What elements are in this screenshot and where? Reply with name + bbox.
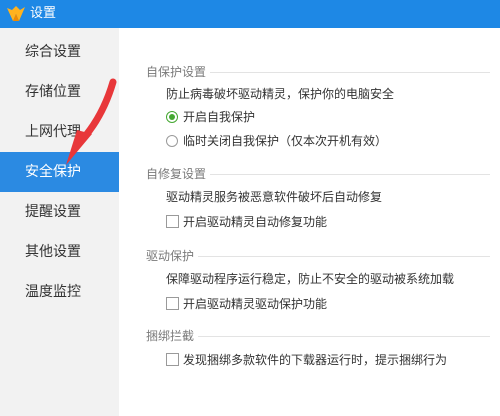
section-title: 驱动保护: [146, 248, 199, 264]
title-bar: 设置: [0, 0, 500, 28]
section-title: 捆绑拦截: [146, 328, 199, 344]
temp-disable-self-protect-radio[interactable]: 临时关闭自我保护（仅本次开机有效）: [166, 133, 426, 149]
section-title: 自修复设置: [146, 166, 211, 182]
radio-checked-icon: [166, 111, 178, 123]
sidebar-item-proxy[interactable]: 上网代理: [0, 112, 119, 152]
checkbox-label: 开启驱动精灵驱动保护功能: [183, 297, 328, 311]
sidebar-item-other[interactable]: 其他设置: [0, 232, 119, 272]
sidebar-item-storage[interactable]: 存储位置: [0, 72, 119, 112]
checkbox-label: 开启驱动精灵自动修复功能: [183, 215, 328, 229]
enable-auto-repair-checkbox[interactable]: 开启驱动精灵自动修复功能: [166, 214, 366, 230]
bundle-prompt-checkbox[interactable]: 发现捆绑多款软件的下载器运行时，提示捆绑行为: [166, 352, 486, 368]
section-self-repair-header: 自修复设置: [146, 166, 490, 182]
checkbox-icon: [166, 215, 179, 228]
app-logo-icon: [7, 6, 25, 21]
checkbox-icon: [166, 297, 179, 310]
section-driver-protect-header: 驱动保护: [146, 248, 490, 264]
window-title: 设置: [30, 6, 57, 21]
section-bundle-block-header: 捆绑拦截: [146, 328, 490, 344]
section-self-protect-header: 自保护设置: [146, 64, 490, 80]
section-title: 自保护设置: [146, 64, 211, 80]
settings-content: 自保护设置 防止病毒破坏驱动精灵，保护你的电脑安全 开启自我保护 临时关闭自我保…: [119, 28, 500, 416]
sidebar-item-general[interactable]: 综合设置: [0, 32, 119, 72]
sidebar-item-temperature[interactable]: 温度监控: [0, 272, 119, 312]
self-repair-description: 驱动精灵服务被恶意软件破坏后自动修复: [166, 190, 383, 204]
checkbox-icon: [166, 353, 179, 366]
sidebar-item-reminders[interactable]: 提醒设置: [0, 192, 119, 232]
radio-label: 临时关闭自我保护（仅本次开机有效）: [183, 134, 388, 148]
self-protect-description: 防止病毒破坏驱动精灵，保护你的电脑安全: [166, 87, 395, 101]
checkbox-label: 发现捆绑多款软件的下载器运行时，提示捆绑行为: [183, 353, 448, 367]
sidebar-item-security[interactable]: 安全保护: [0, 152, 119, 192]
radio-label: 开启自我保护: [183, 110, 256, 124]
driver-protect-description: 保障驱动程序运行稳定，防止不安全的驱动被系统加载: [166, 272, 455, 286]
enable-self-protect-radio[interactable]: 开启自我保护: [166, 109, 366, 125]
sidebar: 综合设置 存储位置 上网代理 安全保护 提醒设置 其他设置 温度监控: [0, 28, 119, 416]
enable-driver-protect-checkbox[interactable]: 开启驱动精灵驱动保护功能: [166, 296, 366, 312]
radio-unchecked-icon: [166, 135, 178, 147]
